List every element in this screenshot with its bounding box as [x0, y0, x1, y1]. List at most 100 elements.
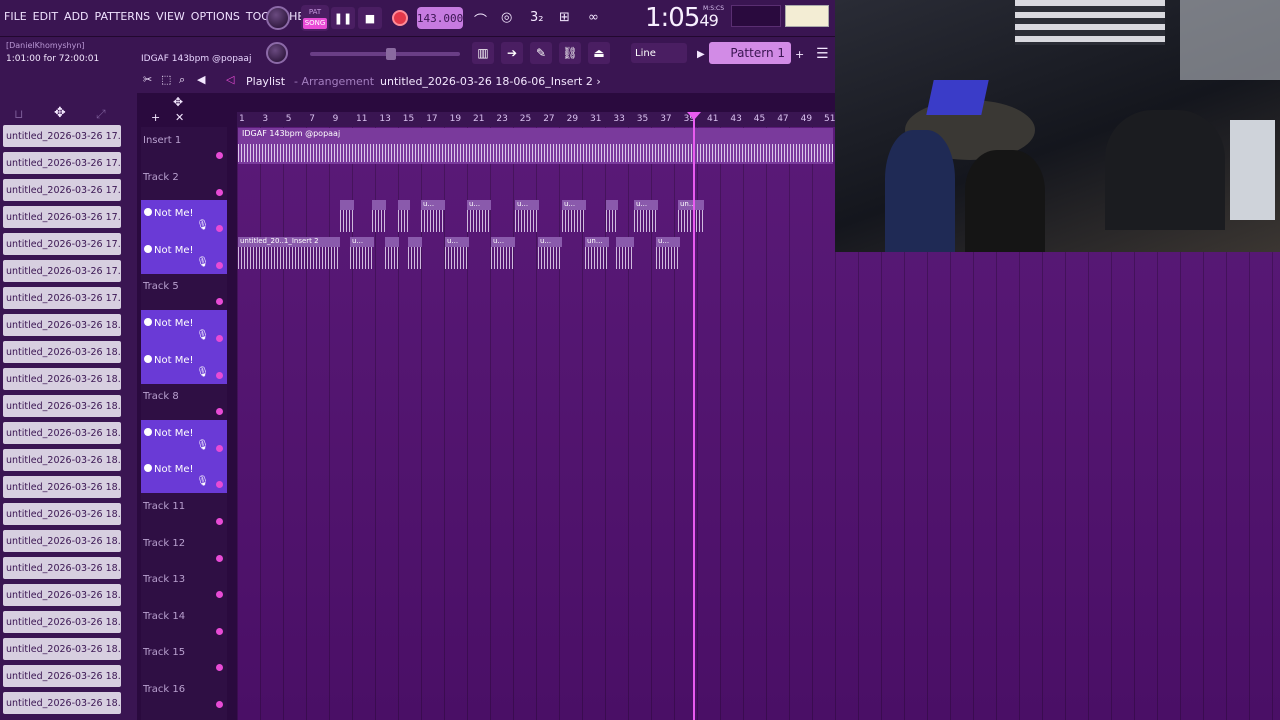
- track-header[interactable]: Insert 1: [141, 127, 227, 164]
- browser-item[interactable]: untitled_2026-03-26 18...: [3, 665, 121, 687]
- menu-lines-icon[interactable]: ☰: [816, 46, 829, 62]
- track-header[interactable]: 🎙 Not Me!: [141, 419, 227, 457]
- track-header[interactable]: 🎙 Not Me!: [141, 346, 227, 384]
- move-tracks-icon[interactable]: ✥: [173, 95, 183, 109]
- piano-roll-button[interactable]: ▥: [472, 42, 494, 64]
- audio-clip[interactable]: [398, 200, 410, 232]
- audio-clip[interactable]: u...: [656, 237, 680, 269]
- stop-button[interactable]: ■: [358, 7, 382, 29]
- timeline-ruler[interactable]: 1357911131517192123252729313335373941434…: [237, 112, 835, 127]
- track-enable-dot[interactable]: [216, 701, 223, 708]
- track-header[interactable]: Track 11: [141, 493, 227, 530]
- track-header[interactable]: Track 8: [141, 383, 227, 420]
- select-icon[interactable]: ⬚: [161, 73, 171, 86]
- audio-clip[interactable]: [616, 237, 634, 269]
- track-enable-dot[interactable]: [216, 225, 223, 233]
- browser-item[interactable]: untitled_2026-03-26 18...: [3, 530, 121, 552]
- menu-view[interactable]: VIEW: [156, 10, 185, 23]
- zoom-icon[interactable]: ⌕: [179, 73, 185, 87]
- track-enable-dot[interactable]: [216, 627, 223, 635]
- menu-edit[interactable]: EDIT: [33, 10, 58, 23]
- audio-clip[interactable]: [408, 237, 422, 269]
- browser-item[interactable]: untitled_2026-03-26 18...: [3, 368, 121, 390]
- track-enable-dot[interactable]: [216, 152, 223, 159]
- browser-item[interactable]: untitled_2026-03-26 18...: [3, 449, 121, 471]
- audio-clip[interactable]: un...: [585, 237, 609, 269]
- mixer-button[interactable]: ⏏: [588, 42, 610, 64]
- browser-item[interactable]: untitled_2026-03-26 17...: [3, 152, 121, 174]
- step-edit-icon[interactable]: ⊞: [559, 10, 570, 25]
- add-pattern-icon[interactable]: +: [795, 48, 804, 61]
- track-header[interactable]: 🎙 Not Me!: [141, 200, 227, 238]
- track-enable-dot[interactable]: [216, 408, 223, 416]
- track-header[interactable]: Track 2: [141, 164, 227, 201]
- audio-clip[interactable]: u...: [538, 237, 562, 269]
- record-arm-icon[interactable]: [144, 354, 152, 363]
- draw-tool-button[interactable]: ✎: [530, 42, 552, 64]
- track-header[interactable]: Track 15: [141, 639, 227, 676]
- track-enable-dot[interactable]: [216, 298, 223, 306]
- record-arm-icon[interactable]: [144, 427, 152, 436]
- track-enable-dot[interactable]: [216, 481, 223, 489]
- track-enable-dot[interactable]: [216, 261, 223, 269]
- track-header[interactable]: Track 16: [141, 676, 227, 713]
- track-header[interactable]: Track 13: [141, 566, 227, 603]
- menu-patterns[interactable]: PATTERNS: [95, 10, 151, 23]
- audio-clip[interactable]: u...: [634, 200, 658, 232]
- speaker-icon[interactable]: ◀: [197, 73, 205, 86]
- browser-item[interactable]: untitled_2026-03-26 17...: [3, 287, 121, 309]
- browser-item[interactable]: untitled_2026-03-26 17...: [3, 260, 121, 282]
- browser-item[interactable]: untitled_2026-03-26 17...: [3, 179, 121, 201]
- record-arm-icon[interactable]: [144, 318, 152, 326]
- browser-item[interactable]: untitled_2026-03-26 18...: [3, 341, 121, 363]
- master-volume-knob[interactable]: [266, 6, 290, 30]
- browser-item[interactable]: untitled_2026-03-26 18...: [3, 314, 121, 336]
- pattern-selector[interactable]: Pattern 1: [709, 42, 791, 64]
- slice-icon[interactable]: ✂: [143, 73, 152, 86]
- pause-button[interactable]: ❚❚: [331, 7, 355, 29]
- track-enable-dot[interactable]: [216, 371, 223, 379]
- browser-item[interactable]: untitled_2026-03-26 18...: [3, 584, 121, 606]
- link-button[interactable]: ⛓: [559, 42, 581, 64]
- track-enable-dot[interactable]: [216, 591, 223, 599]
- audio-clip[interactable]: untitled_20..1_Insert 2: [238, 237, 340, 269]
- browser-item[interactable]: untitled_2026-03-26 18...: [3, 557, 121, 579]
- track-header[interactable]: 🎙 Not Me!: [141, 236, 227, 274]
- menu-options[interactable]: OPTIONS: [191, 10, 240, 23]
- browser-link-icon[interactable]: ⤢: [96, 107, 106, 122]
- pat-song-toggle[interactable]: PAT SONG: [301, 5, 329, 31]
- browser-move-icon[interactable]: ✥: [54, 105, 66, 121]
- audio-clip[interactable]: [340, 200, 354, 232]
- metronome-icon[interactable]: ⌒: [474, 10, 487, 29]
- prev-pattern-icon[interactable]: ▶: [697, 49, 705, 60]
- browser-item[interactable]: untitled_2026-03-26 18...: [3, 692, 121, 714]
- menu-add[interactable]: ADD: [64, 10, 88, 23]
- audio-clip-main[interactable]: IDGAF 143bpm @popaaj: [238, 128, 833, 164]
- track-header[interactable]: Track 14: [141, 603, 227, 640]
- track-header[interactable]: 🎙 Not Me!: [141, 456, 227, 494]
- audio-clip[interactable]: u...: [467, 200, 491, 232]
- audio-clip[interactable]: [372, 200, 386, 232]
- browser-item[interactable]: untitled_2026-03-26 18...: [3, 638, 121, 660]
- track-header[interactable]: Track 5: [141, 273, 227, 310]
- track-enable-dot[interactable]: [216, 188, 223, 196]
- add-track-icon[interactable]: +: [151, 111, 160, 124]
- track-header[interactable]: Track 12: [141, 530, 227, 567]
- browser-item[interactable]: untitled_2026-03-26 18...: [3, 503, 121, 525]
- loop-record-icon[interactable]: ∞: [588, 10, 599, 25]
- playlist-arrow-button[interactable]: ➔: [501, 42, 523, 64]
- track-enable-dot[interactable]: [216, 518, 223, 525]
- track-enable-dot[interactable]: [216, 444, 223, 452]
- snap-selector[interactable]: Line: [631, 43, 687, 63]
- browser-item[interactable]: untitled_2026-03-26 17...: [3, 125, 121, 147]
- browser-item[interactable]: untitled_2026-03-26 18...: [3, 422, 121, 444]
- track-header[interactable]: 🎙 Not Me!: [141, 310, 227, 347]
- browser-item[interactable]: untitled_2026-03-26 18...: [3, 395, 121, 417]
- record-arm-icon[interactable]: [144, 464, 152, 473]
- browser-item[interactable]: untitled_2026-03-26 17...: [3, 233, 121, 255]
- record-arm-icon[interactable]: [144, 244, 152, 253]
- track-enable-dot[interactable]: [216, 335, 223, 342]
- browser-item[interactable]: untitled_2026-03-26 17...: [3, 206, 121, 228]
- browser-item[interactable]: untitled_2026-03-26 18...: [3, 476, 121, 498]
- master-slider[interactable]: [310, 48, 460, 60]
